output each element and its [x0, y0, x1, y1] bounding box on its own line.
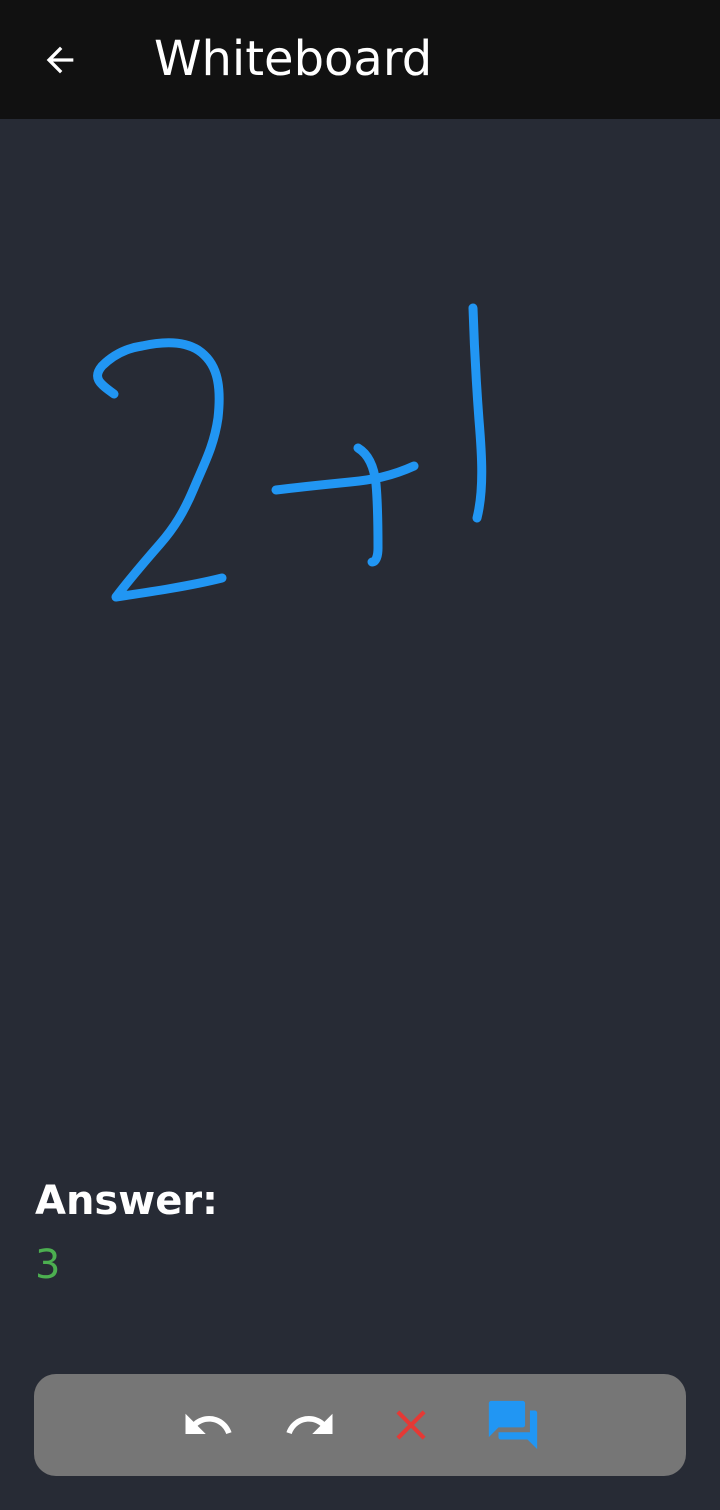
undo-button[interactable]	[178, 1395, 238, 1455]
back-button[interactable]	[32, 32, 88, 88]
page-title: Whiteboard	[154, 31, 433, 87]
forum-icon	[488, 1400, 538, 1450]
whiteboard-screen: Whiteboard Answer: 3	[0, 0, 720, 1510]
redo-button[interactable]	[280, 1395, 340, 1455]
stroke-plus-vertical	[353, 443, 383, 567]
clear-button[interactable]	[381, 1395, 441, 1455]
handwritten-strokes	[93, 303, 487, 602]
drawing-canvas[interactable]	[0, 119, 720, 1129]
app-bar: Whiteboard	[0, 0, 720, 119]
stroke-plus-horizontal	[271, 461, 419, 495]
close-icon	[396, 1410, 426, 1440]
bottom-toolbar	[34, 1374, 686, 1476]
answer-value: 3	[35, 1242, 61, 1288]
arrow-back-icon	[46, 46, 74, 74]
ask-button[interactable]	[483, 1395, 543, 1455]
stroke-digit-two	[93, 338, 227, 602]
stroke-digit-one	[468, 303, 487, 523]
redo-icon	[286, 1413, 333, 1434]
undo-icon	[185, 1413, 232, 1434]
answer-label: Answer:	[35, 1178, 219, 1224]
